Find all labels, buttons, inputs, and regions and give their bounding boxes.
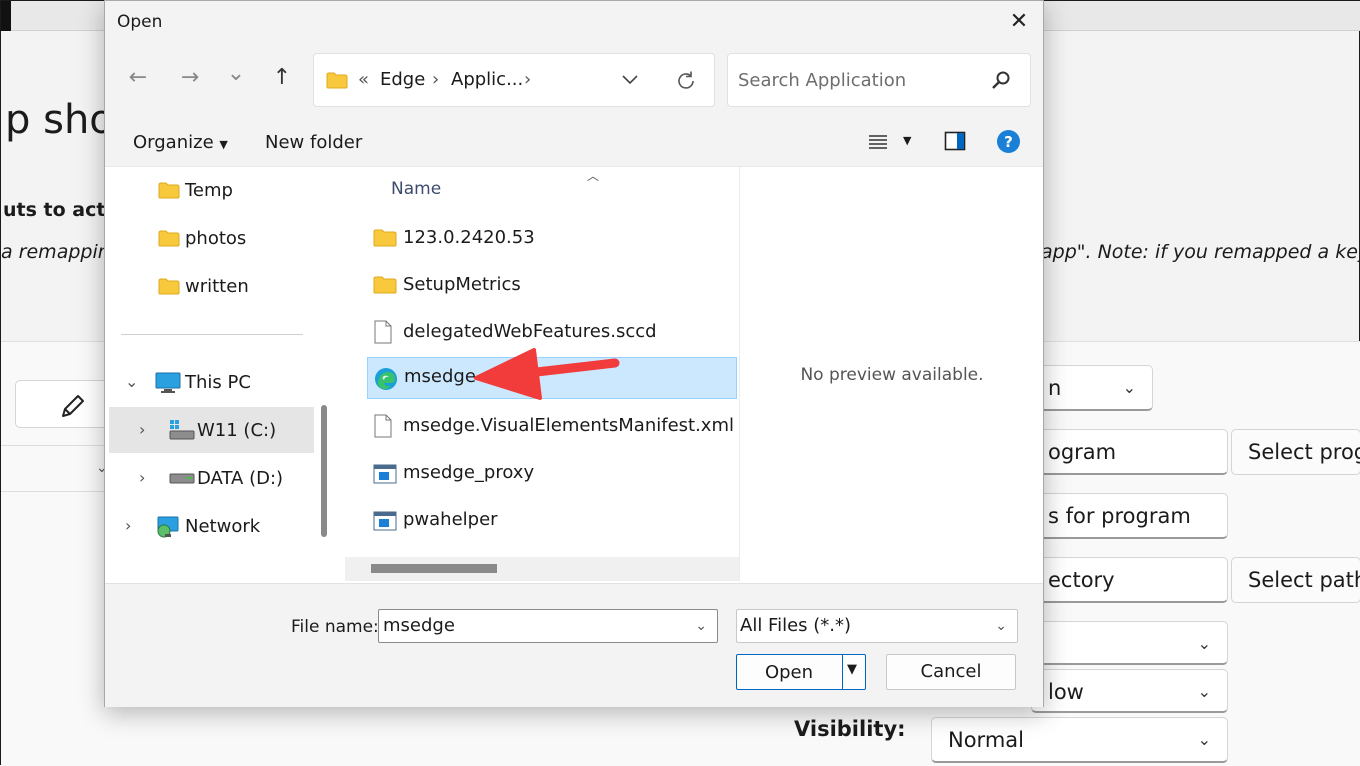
tree-item-written[interactable]: written	[105, 263, 310, 309]
folder-icon	[326, 72, 348, 89]
document-icon	[374, 414, 392, 438]
file-name-input[interactable]: msedge ⌄	[378, 609, 718, 643]
command-bar: Organize ▼ New folder ▼ ?	[105, 117, 1043, 167]
chevron-down-icon[interactable]: ⌄	[995, 610, 1007, 642]
folder-icon	[373, 276, 397, 294]
background-select-program-button[interactable]: Select progr	[1231, 429, 1360, 475]
chevron-down-icon: ⌄	[1197, 634, 1211, 653]
visibility-combo[interactable]: Normal ⌄	[931, 717, 1228, 763]
breadcrumb-separator-icon: ›	[432, 69, 440, 90]
computer-icon	[155, 372, 181, 393]
tree-item-temp[interactable]: Temp	[105, 167, 310, 213]
open-button-divider	[842, 655, 843, 689]
background-program-field[interactable]: ogram	[1031, 429, 1228, 475]
tree-item-photos[interactable]: photos	[105, 215, 310, 261]
application-icon	[373, 511, 397, 531]
address-bar[interactable]: « Edge › Applic... ›	[313, 53, 715, 107]
navigation-bar: ← → ⌄ ↑ « Edge › Applic... › Search Appl…	[105, 43, 1043, 117]
background-directory-field[interactable]: ectory	[1031, 557, 1228, 603]
visibility-label: Visibility:	[794, 717, 906, 741]
background-select-path-button[interactable]: Select path	[1231, 557, 1360, 603]
tree-item-w11-c[interactable]: › W11 (C:)	[109, 407, 314, 453]
svg-text:?: ?	[1004, 133, 1013, 151]
tree-item-data-d[interactable]: › DATA (D:)	[109, 455, 314, 501]
dialog-title: Open	[117, 12, 163, 32]
background-app-combo[interactable]: n ⌄	[1031, 365, 1153, 411]
back-arrow-icon[interactable]: ←	[123, 65, 153, 90]
dialog-footer: File name: msedge ⌄ All Files (*.*) ⌄ Op…	[105, 583, 1043, 707]
scrollbar-thumb[interactable]	[371, 564, 497, 573]
document-icon	[374, 320, 392, 344]
refresh-icon[interactable]	[675, 70, 697, 92]
caret-down-icon: ▼	[219, 138, 228, 151]
tree-item-this-pc[interactable]: ⌄ This PC	[105, 359, 310, 405]
background-description-right: app". Note: if you remapped a key,	[1041, 241, 1360, 263]
edge-browser-icon	[375, 368, 397, 390]
file-row[interactable]: pwahelper	[367, 501, 737, 541]
nav-pane-scrollbar[interactable]	[321, 405, 327, 537]
preview-message: No preview available.	[800, 365, 984, 385]
file-row[interactable]: 123.0.2420.53	[367, 219, 737, 259]
address-overflow-icon[interactable]: «	[358, 69, 369, 90]
chevron-down-icon: ⌄	[1197, 682, 1211, 701]
breadcrumb-edge[interactable]: Edge	[380, 69, 425, 90]
chevron-right-icon[interactable]: ›	[139, 420, 145, 439]
open-button[interactable]: Open ▼	[736, 654, 866, 690]
column-header-name[interactable]: Name	[391, 179, 441, 199]
drive-icon	[169, 420, 195, 440]
up-arrow-icon[interactable]: ↑	[267, 65, 297, 90]
breadcrumb-separator-icon: ›	[524, 69, 532, 90]
chevron-down-icon: ⌄	[1197, 730, 1211, 749]
background-left-combo[interactable]: ⌄	[1, 445, 116, 492]
chevron-down-icon[interactable]: ⌄	[695, 610, 707, 642]
forward-arrow-icon[interactable]: →	[175, 65, 205, 90]
folder-icon	[158, 182, 180, 199]
network-icon	[157, 516, 179, 538]
tree-item-network[interactable]: › Network	[105, 503, 310, 549]
folder-icon	[373, 229, 397, 247]
view-list-icon[interactable]	[867, 132, 889, 152]
search-icon[interactable]	[990, 70, 1012, 92]
file-row[interactable]: msedge.VisualElementsManifest.xml	[367, 407, 737, 447]
background-page-title: p sho	[5, 97, 114, 143]
background-combo-a[interactable]: ⌄	[1031, 621, 1228, 665]
preview-pane-icon[interactable]	[944, 131, 966, 151]
file-name-label: File name:	[291, 617, 379, 637]
navigation-pane: Temp photos written ⌄ This PC › W11 (C:)…	[105, 167, 341, 583]
folder-icon	[158, 230, 180, 247]
breadcrumb-application[interactable]: Applic...	[451, 69, 523, 90]
sort-ascending-icon: ︿	[587, 169, 600, 183]
chevron-right-icon[interactable]: ›	[125, 516, 131, 535]
preview-pane: No preview available.	[739, 167, 1043, 581]
file-row[interactable]: msedge_proxy	[367, 454, 737, 494]
close-icon[interactable]: ✕	[1003, 7, 1035, 37]
recent-locations-chevron-icon[interactable]: ⌄	[221, 61, 251, 86]
file-type-select[interactable]: All Files (*.*) ⌄	[736, 609, 1018, 643]
drive-icon	[169, 473, 195, 484]
folder-icon	[158, 278, 180, 295]
dialog-title-bar: Open ✕	[105, 1, 1043, 43]
search-box[interactable]: Search Application	[727, 53, 1031, 107]
help-icon[interactable]: ?	[996, 129, 1021, 154]
application-icon	[373, 464, 397, 484]
pencil-icon	[62, 395, 84, 417]
background-args-field[interactable]: s for program	[1031, 493, 1228, 539]
background-taskbar-edge	[1, 1, 11, 31]
background-edit-button[interactable]	[15, 380, 115, 428]
open-options-caret-icon[interactable]: ▼	[847, 662, 857, 677]
cancel-button[interactable]: Cancel	[886, 654, 1016, 690]
search-placeholder: Search Application	[738, 70, 907, 91]
file-list-horizontal-scrollbar[interactable]	[345, 557, 739, 581]
nav-divider	[121, 334, 303, 335]
background-combo-b[interactable]: low ⌄	[1031, 669, 1228, 713]
chevron-down-icon: ⌄	[1122, 378, 1136, 397]
annotation-arrow-icon	[474, 348, 620, 400]
organize-menu[interactable]: Organize ▼	[133, 132, 228, 153]
file-row[interactable]: SetupMetrics	[367, 266, 737, 306]
address-dropdown-icon[interactable]	[621, 74, 639, 86]
view-options-caret-icon[interactable]: ▼	[903, 134, 911, 147]
chevron-down-icon[interactable]: ⌄	[125, 372, 138, 391]
new-folder-button[interactable]: New folder	[265, 132, 362, 153]
chevron-right-icon[interactable]: ›	[139, 468, 145, 487]
